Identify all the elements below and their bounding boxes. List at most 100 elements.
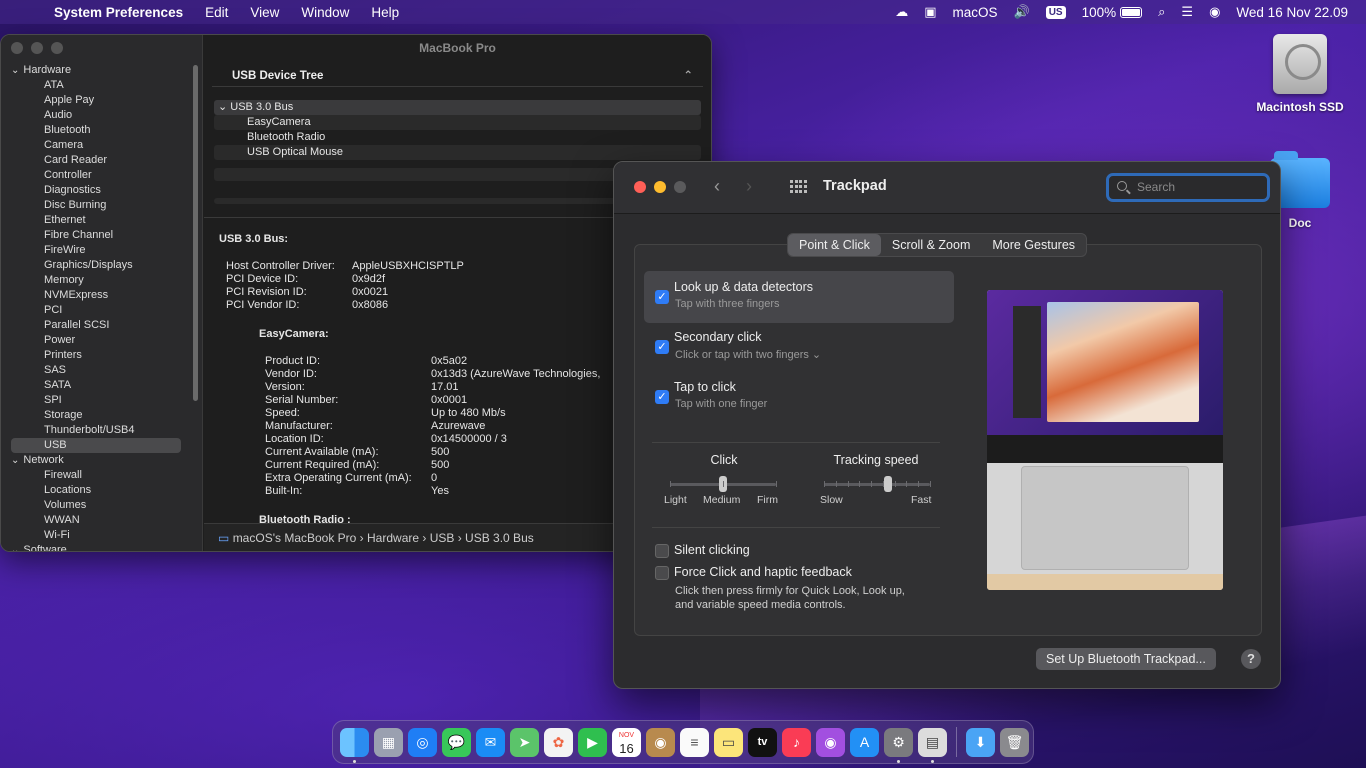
system-preferences-icon[interactable]: ⚙: [884, 727, 913, 763]
checkbox-look-up[interactable]: ✓: [655, 290, 669, 304]
siri-icon[interactable]: ◉: [1209, 4, 1220, 20]
sidebar-item-power[interactable]: Power: [11, 333, 181, 348]
usb-device-row[interactable]: Bluetooth Radio: [214, 130, 701, 145]
option-look-up[interactable]: ✓ Look up & data detectors Tap with thre…: [644, 271, 954, 323]
option-secondary-click[interactable]: ✓ Secondary click Click or tap with two …: [644, 329, 954, 369]
spotlight-search-icon[interactable]: ⌕: [1158, 4, 1165, 20]
sidebar-item-wwan[interactable]: WWAN: [11, 513, 181, 528]
option-tap-to-click[interactable]: ✓ Tap to click Tap with one finger: [644, 379, 954, 419]
sidebar-item-pci[interactable]: PCI: [11, 303, 181, 318]
show-all-grid-icon[interactable]: [790, 180, 807, 194]
sidebar-item-firewall[interactable]: Firewall: [11, 468, 181, 483]
option-silent-clicking[interactable]: Silent clicking: [644, 542, 954, 562]
zoom-button[interactable]: [51, 42, 63, 54]
apple-tv-icon[interactable]: tv: [748, 727, 777, 757]
tracking-speed-thumb[interactable]: [883, 476, 892, 492]
sidebar-item-thunderbolt-usb4[interactable]: Thunderbolt/USB4: [11, 423, 181, 438]
sidebar-group[interactable]: Software: [11, 543, 181, 551]
option-subtitle[interactable]: Click or tap with two fingers ⌄: [675, 348, 821, 361]
finder-icon[interactable]: [340, 727, 369, 763]
path-text[interactable]: macOS's MacBook Pro › Hardware › USB › U…: [233, 531, 534, 545]
music-icon[interactable]: ♪: [782, 727, 811, 757]
sidebar-item-graphics-displays[interactable]: Graphics/Displays: [11, 258, 181, 273]
sidebar-item-camera[interactable]: Camera: [11, 138, 181, 153]
back-arrow-icon[interactable]: ‹: [714, 176, 720, 197]
sidebar-item-printers[interactable]: Printers: [11, 348, 181, 363]
keyboard-layout-badge[interactable]: US: [1045, 5, 1066, 19]
sidebar-item-nvmexpress[interactable]: NVMExpress: [11, 288, 181, 303]
sidebar-item-audio[interactable]: Audio: [11, 108, 181, 123]
menu-edit[interactable]: Edit: [205, 5, 228, 20]
sidebar-item-ethernet[interactable]: Ethernet: [11, 213, 181, 228]
sidebar-item-storage[interactable]: Storage: [11, 408, 181, 423]
downloads-folder-icon[interactable]: ⬇: [966, 727, 995, 757]
mail-icon[interactable]: ✉: [476, 727, 505, 757]
sidebar-item-volumes[interactable]: Volumes: [11, 498, 181, 513]
minimize-button[interactable]: [654, 181, 666, 193]
sidebar-item-apple-pay[interactable]: Apple Pay: [11, 93, 181, 108]
facetime-icon[interactable]: ▶: [578, 727, 607, 757]
sidebar-scrollbar[interactable]: [193, 65, 198, 401]
safari-icon[interactable]: ◎: [408, 727, 437, 757]
minimize-button[interactable]: [31, 42, 43, 54]
sidebar-item-fibre-channel[interactable]: Fibre Channel: [11, 228, 181, 243]
control-center-icon[interactable]: ☰: [1181, 4, 1193, 20]
sidebar-item-controller[interactable]: Controller: [11, 168, 181, 183]
sidebar-item-bluetooth[interactable]: Bluetooth: [11, 123, 181, 138]
photos-icon[interactable]: ✿: [544, 727, 573, 757]
sidebar-group[interactable]: Hardware: [11, 63, 181, 78]
option-force-click[interactable]: Force Click and haptic feedback Click th…: [644, 564, 964, 616]
sidebar-item-usb[interactable]: USB: [11, 438, 181, 453]
checkbox-force-click[interactable]: [655, 566, 669, 580]
status-app-icon[interactable]: ☁: [895, 4, 908, 20]
tracking-speed-track[interactable]: [824, 483, 930, 486]
volume-icon[interactable]: 🔊: [1014, 4, 1030, 20]
tab-scroll-zoom[interactable]: Scroll & Zoom: [881, 234, 982, 256]
system-information-icon[interactable]: ▤: [918, 727, 947, 763]
menu-view[interactable]: View: [250, 5, 279, 20]
sidebar-item-firewire[interactable]: FireWire: [11, 243, 181, 258]
setup-bluetooth-trackpad-button[interactable]: Set Up Bluetooth Trackpad...: [1036, 648, 1216, 670]
notes-icon[interactable]: ▭: [714, 727, 743, 757]
tab-point-click[interactable]: Point & Click: [788, 234, 881, 256]
checkbox-tap-to-click[interactable]: ✓: [655, 390, 669, 404]
sidebar-item-sas[interactable]: SAS: [11, 363, 181, 378]
maps-icon[interactable]: ➤: [510, 727, 539, 757]
battery-status[interactable]: 100%: [1082, 5, 1143, 20]
tab-more-gestures[interactable]: More Gestures: [981, 234, 1086, 256]
sidebar-item-memory[interactable]: Memory: [11, 273, 181, 288]
chevron-up-icon[interactable]: ⌃: [683, 65, 693, 87]
sidebar-item-wi-fi[interactable]: Wi-Fi: [11, 528, 181, 543]
sidebar-item-ata[interactable]: ATA: [11, 78, 181, 93]
usb-tree-header[interactable]: USB Device Tree ⌃: [212, 65, 703, 87]
usb-bus-row[interactable]: ⌄ USB 3.0 Bus: [214, 100, 701, 115]
calendar-icon[interactable]: NOV 16: [612, 727, 641, 757]
close-button[interactable]: [11, 42, 23, 54]
messages-icon[interactable]: 💬: [442, 727, 471, 757]
sidebar-item-parallel-scsi[interactable]: Parallel SCSI: [11, 318, 181, 333]
sidebar-item-diagnostics[interactable]: Diagnostics: [11, 183, 181, 198]
close-button[interactable]: [634, 181, 646, 193]
search-input[interactable]: Search: [1106, 173, 1270, 202]
trash-icon[interactable]: 🗑: [1000, 727, 1029, 757]
sidebar-group[interactable]: Network: [11, 453, 181, 468]
sidebar-item-card-reader[interactable]: Card Reader: [11, 153, 181, 168]
reminders-icon[interactable]: ≡: [680, 727, 709, 757]
desktop-icon-macintosh-ssd[interactable]: Macintosh SSD: [1252, 34, 1348, 114]
activity-monitor-icon[interactable]: ▣: [924, 4, 936, 20]
app-store-icon[interactable]: A: [850, 727, 879, 757]
sidebar-item-spi[interactable]: SPI: [11, 393, 181, 408]
podcasts-icon[interactable]: ◉: [816, 727, 845, 757]
menubar-clock[interactable]: Wed 16 Nov 22.09: [1236, 5, 1348, 20]
menu-window[interactable]: Window: [301, 5, 349, 20]
usb-device-row[interactable]: EasyCamera: [214, 115, 701, 130]
zoom-button[interactable]: [674, 181, 686, 193]
sidebar-item-disc-burning[interactable]: Disc Burning: [11, 198, 181, 213]
sidebar-item-locations[interactable]: Locations: [11, 483, 181, 498]
usb-device-row[interactable]: USB Optical Mouse: [214, 145, 701, 160]
sidebar-item-sata[interactable]: SATA: [11, 378, 181, 393]
menu-help[interactable]: Help: [371, 5, 399, 20]
contacts-icon[interactable]: ◉: [646, 727, 675, 757]
input-source-label[interactable]: macOS: [953, 5, 998, 20]
checkbox-silent-clicking[interactable]: [655, 544, 669, 558]
